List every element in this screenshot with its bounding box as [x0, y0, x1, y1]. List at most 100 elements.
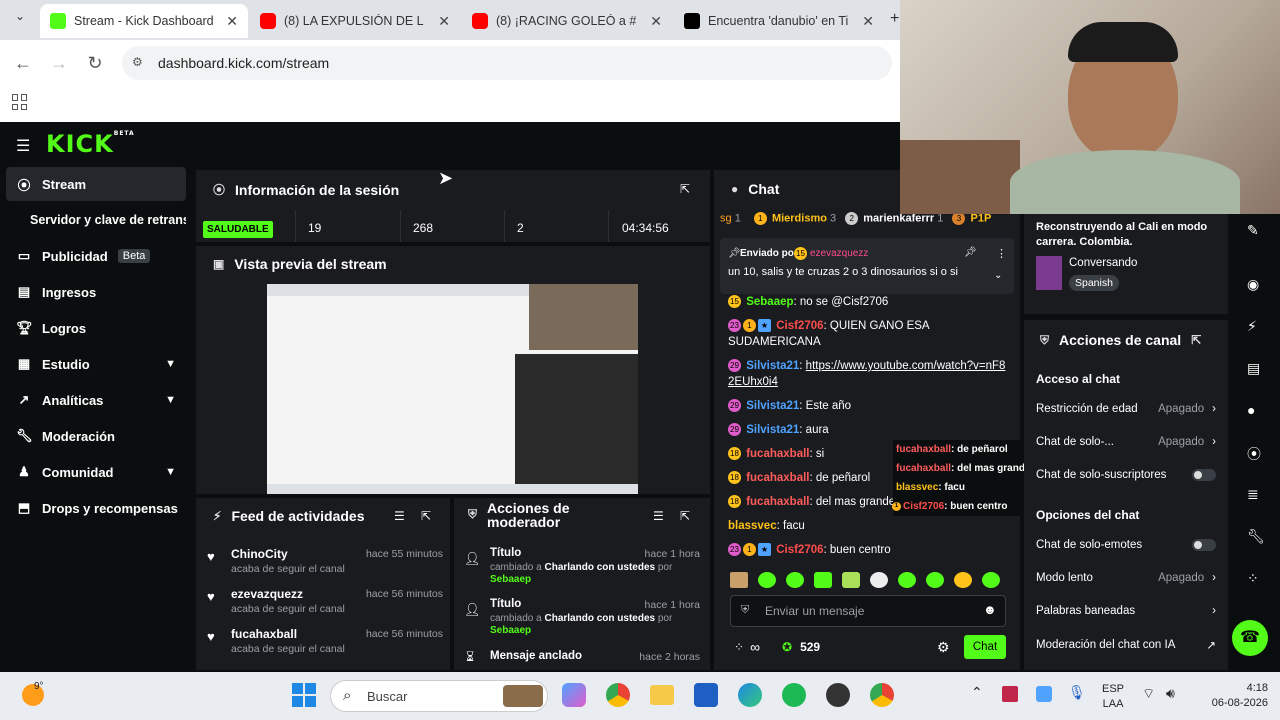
wifi-icon[interactable]: ⌔ — [1142, 685, 1155, 703]
emotes-only-row[interactable]: Chat de solo-emotes — [1036, 539, 1216, 551]
taskbar-search[interactable]: ⌕ Buscar — [330, 680, 548, 712]
tray-security-icon[interactable] — [1036, 686, 1052, 702]
channel-points[interactable]: ✪ 529 — [782, 640, 820, 654]
sidebar-item-drops[interactable]: ⬒ Drops y recompensas — [6, 491, 186, 525]
popout-icon[interactable]: ⇱ — [1191, 333, 1201, 347]
chat-username[interactable]: fucahaxball — [746, 496, 809, 508]
close-tab-icon[interactable]: ✕ — [650, 13, 662, 30]
feed-user[interactable]: fucahaxball — [231, 627, 297, 641]
filter-icon[interactable]: ☰ — [653, 509, 664, 523]
popout-icon[interactable]: ⇱ — [421, 509, 431, 523]
chat-username[interactable]: Sebaaep — [746, 296, 793, 308]
emote-icon[interactable] — [814, 572, 832, 588]
banned-words-row[interactable]: Palabras baneadas › — [1036, 605, 1216, 617]
lightning-icon[interactable]: ⚡︎ — [1247, 318, 1257, 335]
obs-icon[interactable] — [826, 683, 850, 707]
tab-tiktok[interactable]: Encuentra 'danubio' en Tik ✕ — [674, 4, 884, 38]
edit-icon[interactable]: ✎ — [1247, 222, 1259, 239]
wrench-icon[interactable]: 🔧︎ — [1247, 528, 1265, 545]
emote-icon[interactable] — [786, 572, 804, 588]
stream-preview-video[interactable] — [267, 284, 638, 494]
category-name[interactable]: Conversando — [1069, 257, 1137, 269]
subscribers-only-toggle[interactable] — [1192, 469, 1216, 481]
back-icon[interactable]: ← — [5, 53, 41, 74]
sidebar-item-estudio[interactable]: ▦ Estudio ▼ — [6, 347, 186, 381]
url-field[interactable]: ⚙ dashboard.kick.com/stream — [122, 46, 892, 80]
volume-icon[interactable]: 🔊︎ — [1166, 685, 1175, 702]
users-icon[interactable]: ⁘ — [1247, 570, 1259, 587]
close-tab-icon[interactable]: ✕ — [226, 13, 238, 30]
chat-username[interactable]: fucahaxball — [746, 472, 809, 484]
copilot-icon[interactable] — [562, 683, 586, 707]
emotes-only-toggle[interactable] — [1192, 539, 1216, 551]
chevron-down-icon[interactable]: ⌄ — [994, 270, 1002, 281]
chrome-icon[interactable] — [606, 683, 630, 707]
chat-input[interactable]: ⛨ Enviar un mensaje ☻ — [730, 595, 1006, 627]
hamburger-menu-icon[interactable]: ☰ — [16, 136, 30, 156]
slow-mode-row[interactable]: Modo lento Apagado › — [1036, 572, 1216, 584]
sidebar-item-comunidad[interactable]: ♟ Comunidad ▼ — [6, 455, 186, 489]
chat-username[interactable]: Silvista21 — [746, 360, 799, 372]
ai-moderation-row[interactable]: Moderación del chat con IA ↗ — [1036, 638, 1216, 652]
popout-icon[interactable]: ⇱ — [680, 182, 690, 196]
forward-icon[interactable]: → — [41, 53, 77, 74]
pinned-message[interactable]: 📌︎ Enviado por 15 ezevazquezz un 10, sal… — [720, 238, 1014, 294]
tab-kick-dashboard[interactable]: Stream - Kick Dashboard ✕ — [40, 4, 248, 38]
subscribers-only-row[interactable]: Chat de solo-suscriptores — [1036, 469, 1216, 481]
chat-username[interactable]: Silvista21 — [746, 424, 799, 436]
sidebar-item-analiticas[interactable]: ↗ Analíticas ▼ — [6, 383, 186, 417]
feed-user[interactable]: ezevazquezz — [231, 587, 303, 601]
apps-grid-icon[interactable] — [12, 94, 28, 110]
more-options-icon[interactable]: ⋮ — [996, 247, 1007, 260]
list-icon[interactable]: ≣ — [1247, 486, 1259, 503]
broadcast-icon[interactable]: ⦿ — [1247, 444, 1261, 464]
file-explorer-icon[interactable] — [650, 685, 674, 705]
close-tab-icon[interactable]: ✕ — [438, 13, 450, 30]
sidebar-item-server-key[interactable]: Servidor y clave de retransm — [6, 203, 186, 237]
popout-icon[interactable]: ⇱ — [680, 509, 690, 523]
chat-send-button[interactable]: Chat — [964, 635, 1006, 659]
followers-only-row[interactable]: Chat de solo-... Apagado › — [1036, 436, 1216, 448]
support-headset-icon[interactable]: ☎ — [1232, 620, 1268, 656]
tab-youtube-1[interactable]: (8) LA EXPULSIÓN DE LOD ✕ — [250, 4, 460, 38]
chat-username[interactable]: Cisf2706 — [776, 544, 823, 556]
emote-icon[interactable] — [870, 572, 888, 588]
sidebar-item-moderacion[interactable]: 🔧︎ Moderación — [6, 419, 186, 453]
show-hidden-icons-chevron-icon[interactable]: ⌃ — [971, 684, 983, 701]
filter-icon[interactable]: ☰ — [394, 509, 405, 523]
emote-icon[interactable] — [898, 572, 916, 588]
viewers-settings[interactable]: ⁘ ∞ — [734, 639, 760, 655]
kick-logo[interactable]: KICKBETA — [46, 130, 135, 158]
age-restriction-row[interactable]: Restricción de edad Apagado › — [1036, 403, 1216, 415]
emote-icon[interactable] — [954, 572, 972, 588]
sidebar-item-stream[interactable]: ⦿ Stream — [6, 167, 186, 201]
sidebar-item-publicidad[interactable]: ▭ Publicidad Beta — [6, 239, 186, 273]
emote-icon[interactable] — [842, 572, 860, 588]
edge-icon[interactable] — [738, 683, 762, 707]
emote-icon[interactable] — [730, 572, 748, 588]
chat-settings-gear-icon[interactable]: ⚙ — [937, 639, 950, 656]
chrome-profile-icon[interactable] — [870, 683, 894, 707]
emoji-picker-icon[interactable]: ☻ — [983, 602, 997, 617]
tray-app-icon[interactable] — [1002, 686, 1018, 702]
document-icon[interactable]: ▤ — [1247, 360, 1260, 377]
tab-search-chevron-icon[interactable]: ⌄ — [8, 9, 32, 31]
chat-username[interactable]: Silvista21 — [746, 400, 799, 412]
chat-icon[interactable]: ● — [1247, 402, 1255, 418]
sidebar-item-logros[interactable]: 🏆︎ Logros — [6, 311, 186, 345]
feed-user[interactable]: ChinoCity — [231, 547, 288, 561]
new-tab-icon[interactable]: + — [890, 10, 899, 28]
camera-icon[interactable]: ◉ — [1247, 276, 1259, 293]
sidebar-item-ingresos[interactable]: ▤ Ingresos — [6, 275, 186, 309]
site-info-icon[interactable]: ⚙ — [132, 55, 143, 69]
emote-icon[interactable] — [926, 572, 944, 588]
spotify-icon[interactable] — [782, 683, 806, 707]
keyboard-language[interactable]: ESP LAA — [1102, 682, 1124, 712]
pinned-user[interactable]: ezevazquezz — [810, 248, 868, 259]
store-icon[interactable] — [694, 683, 718, 707]
emote-icon[interactable] — [982, 572, 1000, 588]
close-tab-icon[interactable]: ✕ — [862, 13, 874, 30]
emote-icon[interactable] — [758, 572, 776, 588]
microphone-icon[interactable]: 🎙︎ — [1068, 684, 1086, 701]
start-windows-icon[interactable] — [292, 683, 316, 707]
